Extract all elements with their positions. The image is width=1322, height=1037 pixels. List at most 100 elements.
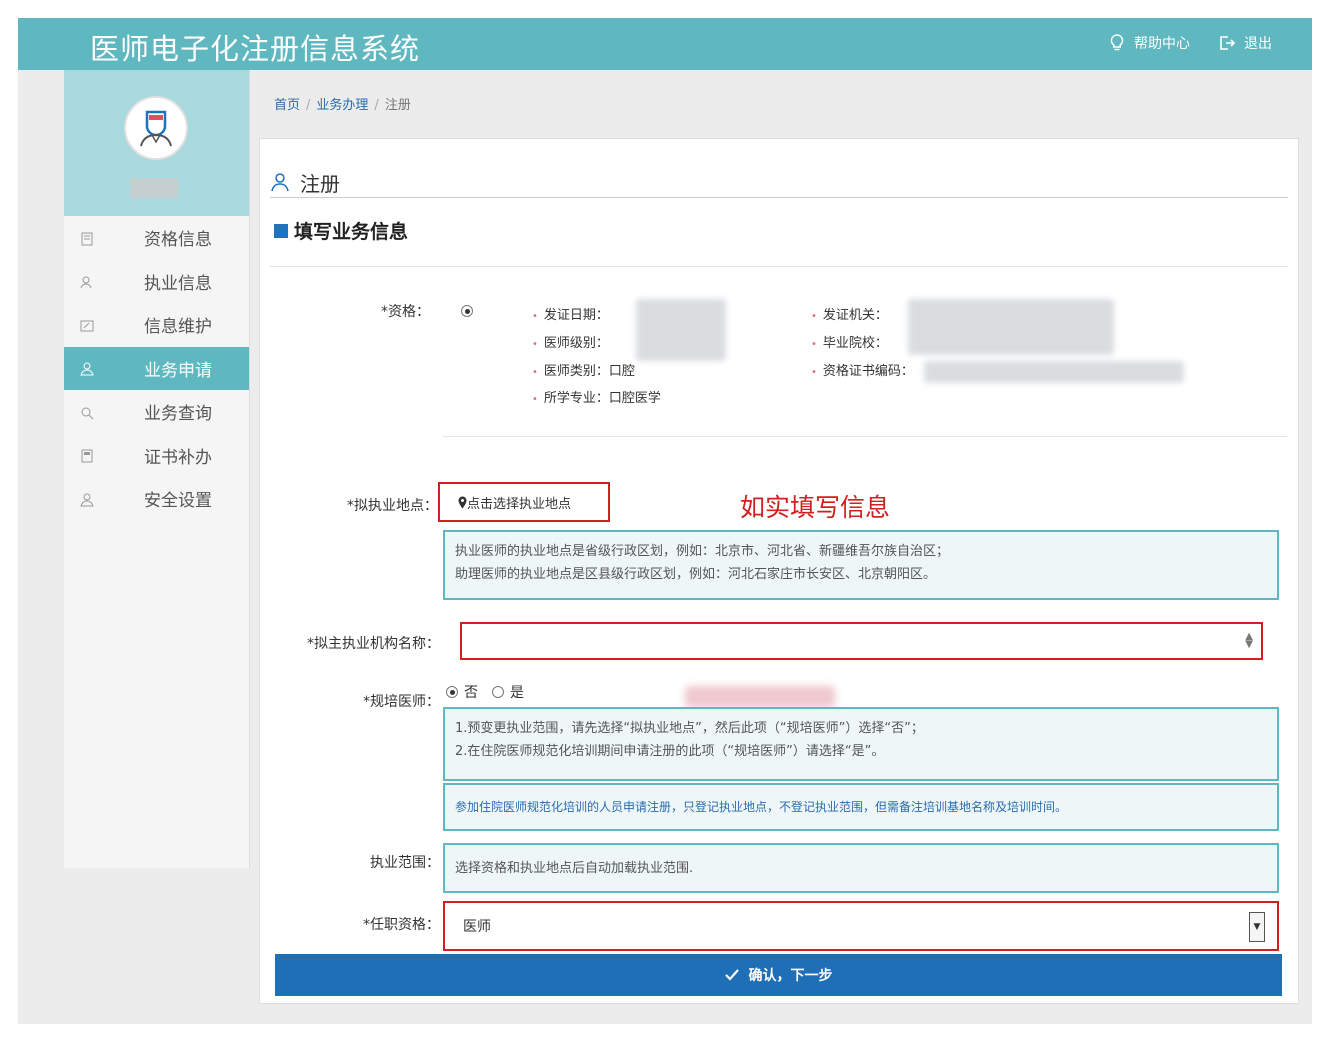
location-label: *拟执业地点： bbox=[347, 498, 438, 514]
user-icon bbox=[80, 361, 94, 376]
sidebar-item-security[interactable]: 安全设置 bbox=[64, 477, 249, 521]
resident-label: *规培医师： bbox=[363, 694, 440, 710]
redacted-value bbox=[908, 299, 1114, 355]
app-window: 医师电子化注册信息系统 帮助中心 退出 资格信息 执业信息 信息维护 业务申请 … bbox=[18, 18, 1312, 1024]
top-bar: 医师电子化注册信息系统 帮助中心 退出 bbox=[18, 18, 1312, 70]
authority-field: • 发证机关： bbox=[811, 308, 888, 323]
sidebar-item-maintenance[interactable]: 信息维护 bbox=[64, 303, 249, 347]
cert-no-label: 资格证书编码： bbox=[822, 364, 914, 379]
annotation-text: 如实填写信息 bbox=[740, 493, 891, 522]
scope-label: 执业范围： bbox=[370, 855, 440, 871]
resident-hint-box: 1.预变更执业范围，请先选择“拟执业地点”，然后此项（“规培医师”）选择“否”；… bbox=[443, 707, 1279, 781]
resident-yes-label: 是 bbox=[510, 685, 524, 701]
category-field: • 医师类别：口腔 bbox=[532, 364, 635, 379]
resident-hint-1: 1.预变更执业范围，请先选择“拟执业地点”，然后此项（“规培医师”）选择“否”； bbox=[455, 721, 924, 736]
document-icon bbox=[80, 231, 94, 246]
select-location-button[interactable]: 点击选择执业地点 bbox=[438, 482, 610, 522]
location-hint-2: 助理医师的执业地点是区县级行政区划，例如：河北石家庄市长安区、北京朝阳区。 bbox=[455, 567, 937, 582]
sidebar-item-label: 证书补办 bbox=[144, 447, 212, 468]
resident-radio-group: 否 是 bbox=[446, 682, 524, 702]
sort-arrows-icon: ▲ ▼ bbox=[1245, 631, 1253, 650]
top-actions: 帮助中心 退出 bbox=[1108, 33, 1272, 53]
cert-no-field: • 资格证书编码： bbox=[811, 364, 914, 379]
section-title-text: 填写业务信息 bbox=[294, 221, 409, 243]
sidebar-item-certificate[interactable]: 证书补办 bbox=[64, 434, 249, 478]
user-id-icon bbox=[80, 274, 94, 289]
breadcrumb-separator: / bbox=[306, 98, 311, 113]
scope-text: 选择资格和执业地点后自动加载执业范围. bbox=[455, 861, 694, 876]
breadcrumb-section[interactable]: 业务办理 bbox=[316, 98, 368, 113]
panel-heading: 注册 bbox=[270, 167, 1288, 198]
category-label: 医师类别：口腔 bbox=[543, 364, 635, 379]
user-outline-icon bbox=[271, 173, 289, 192]
sidebar-item-application[interactable]: 业务申请 bbox=[64, 346, 249, 390]
sidebar-item-label: 信息维护 bbox=[144, 317, 212, 338]
resident-note-box: 参加住院医师规范化培训的人员申请注册，只登记执业地点，不登记执业范围，但需备注培… bbox=[443, 783, 1279, 831]
breadcrumb: 首页 / 业务办理 / 注册 bbox=[274, 94, 411, 113]
logout-link[interactable]: 退出 bbox=[1244, 33, 1272, 53]
major-label: 所学专业：口腔医学 bbox=[543, 391, 661, 406]
qualification-label: *资格： bbox=[381, 304, 430, 320]
redacted-value bbox=[636, 299, 726, 361]
resident-no-label: 否 bbox=[464, 685, 478, 701]
sidebar-item-label: 业务申请 bbox=[144, 360, 212, 381]
sidebar-item-qualification[interactable]: 资格信息 bbox=[64, 216, 249, 260]
profile-card bbox=[64, 70, 249, 216]
checkmark-icon bbox=[724, 969, 739, 981]
sidebar-item-label: 业务查询 bbox=[144, 404, 212, 425]
avatar bbox=[124, 96, 188, 160]
sidebar-item-label: 安全设置 bbox=[144, 491, 212, 512]
sidebar-item-label: 执业信息 bbox=[144, 273, 212, 294]
dropdown-arrow-icon: ▼ bbox=[1249, 912, 1265, 942]
search-list-icon bbox=[80, 405, 94, 420]
divider bbox=[443, 436, 1287, 437]
lock-user-icon bbox=[80, 492, 94, 507]
resident-note: 参加住院医师规范化培训的人员申请注册，只登记执业地点，不登记执业范围，但需备注培… bbox=[455, 800, 1068, 814]
issue-date-field: • 发证日期： bbox=[532, 308, 609, 323]
breadcrumb-separator: / bbox=[374, 98, 379, 113]
title-select[interactable]: 医师 ▼ bbox=[443, 901, 1279, 951]
resident-hint-2: 2.在住院医师规范化培训期间申请注册的此项（“规培医师”）请选择“是”。 bbox=[455, 744, 885, 759]
title-select-value: 医师 bbox=[463, 919, 491, 935]
level-field: • 医师级别： bbox=[532, 336, 609, 351]
submit-label: 确认，下一步 bbox=[748, 968, 833, 984]
doctor-icon bbox=[140, 110, 172, 147]
help-center-link[interactable]: 帮助中心 bbox=[1134, 33, 1190, 53]
divider bbox=[270, 266, 1288, 267]
select-location-label: 点击选择执业地点 bbox=[467, 496, 572, 512]
scope-box: 选择资格和执业地点后自动加载执业范围. bbox=[443, 843, 1279, 893]
lightbulb-icon bbox=[1108, 34, 1126, 52]
sidebar-item-label: 资格信息 bbox=[144, 230, 212, 251]
org-select[interactable]: ▲ ▼ bbox=[460, 622, 1263, 660]
map-pin-icon bbox=[458, 496, 467, 508]
main-panel: 注册 填写业务信息 *资格： • 发证日期： • 医师级别： • 医师类别：口腔 • 所… bbox=[259, 138, 1299, 1004]
authority-label: 发证机关： bbox=[822, 308, 888, 323]
school-label: 毕业院校： bbox=[822, 336, 888, 351]
major-field: • 所学专业：口腔医学 bbox=[532, 391, 661, 406]
sidebar-menu: 资格信息 执业信息 信息维护 业务申请 业务查询 证书补办 安全设置 bbox=[64, 216, 249, 521]
level-label: 医师级别： bbox=[543, 336, 609, 351]
resident-yes-radio[interactable] bbox=[492, 686, 504, 698]
section-marker bbox=[274, 223, 288, 238]
certificate-icon bbox=[80, 448, 94, 463]
resident-no-radio[interactable] bbox=[446, 686, 458, 698]
page-title: 注册 bbox=[300, 171, 340, 196]
sidebar-item-query[interactable]: 业务查询 bbox=[64, 390, 249, 434]
sidebar: 资格信息 执业信息 信息维护 业务申请 业务查询 证书补办 安全设置 bbox=[64, 70, 250, 868]
school-field: • 毕业院校： bbox=[811, 336, 888, 351]
sidebar-item-practice[interactable]: 执业信息 bbox=[64, 260, 249, 304]
section-title: 填写业务信息 bbox=[274, 217, 408, 244]
title-label: *任职资格： bbox=[363, 917, 440, 933]
username-redacted bbox=[130, 178, 178, 198]
qualification-radio[interactable] bbox=[461, 305, 473, 317]
breadcrumb-home[interactable]: 首页 bbox=[274, 98, 300, 113]
submit-button[interactable]: 确认，下一步 bbox=[275, 954, 1282, 996]
location-hint-1: 执业医师的执业地点是省级行政区划，例如：北京市、河北省、新疆维吾尔族自治区； bbox=[455, 544, 950, 559]
org-label: *拟主执业机构名称： bbox=[307, 636, 440, 652]
breadcrumb-current: 注册 bbox=[384, 98, 411, 113]
app-title: 医师电子化注册信息系统 bbox=[90, 32, 421, 66]
redacted-value bbox=[924, 361, 1184, 383]
location-hint-box: 执业医师的执业地点是省级行政区划，例如：北京市、河北省、新疆维吾尔族自治区； 助… bbox=[443, 530, 1279, 600]
redacted-value bbox=[685, 686, 835, 708]
logout-icon bbox=[1218, 34, 1236, 52]
